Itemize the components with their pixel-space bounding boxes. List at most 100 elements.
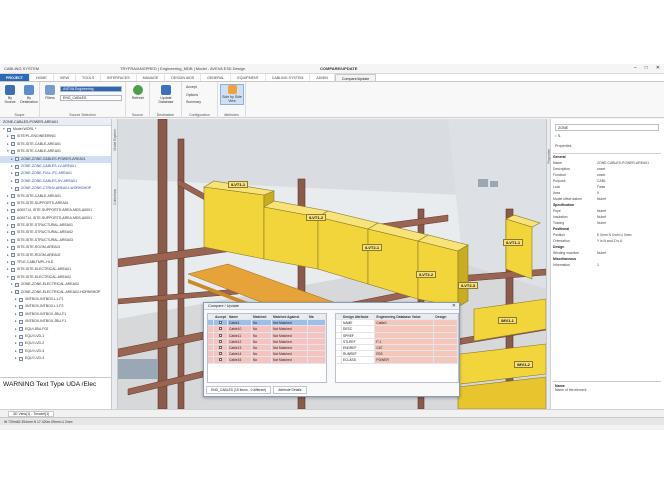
accept-checkbox[interactable] bbox=[214, 326, 228, 332]
items-grid[interactable]: Accept Name Matched Matched Against Ma C… bbox=[207, 313, 327, 383]
tab-view[interactable]: VIEW bbox=[54, 74, 76, 81]
source-database-dropdown[interactable]: AVEVA Engineering bbox=[60, 86, 122, 92]
property-row[interactable]: Lock False bbox=[553, 185, 662, 191]
tab-cabling-system[interactable]: CABLING SYSTEM bbox=[266, 74, 311, 81]
accept-dropdown[interactable]: Accept bbox=[186, 85, 197, 89]
col-accept[interactable]: Accept bbox=[214, 314, 228, 320]
quick-access-label[interactable]: CABLING SYSTEM bbox=[4, 66, 39, 71]
tag-mv1-2[interactable]: /MV1-2 bbox=[514, 361, 533, 368]
tree-item[interactable]: ▸ A000714, SITE-SUPPORTS-AREA-MDS-A0001 bbox=[0, 207, 111, 214]
property-row[interactable]: Area 0 bbox=[553, 191, 662, 197]
property-row[interactable]: Orientation Y is N and Z is U bbox=[553, 239, 662, 245]
property-row[interactable]: Description unset bbox=[553, 167, 662, 173]
tree-item[interactable]: ▸ ZONE-ZONE-ELECTRICAL-AREA02 bbox=[0, 281, 111, 288]
accept-checkbox[interactable] bbox=[214, 351, 228, 357]
col-matched[interactable]: Matched bbox=[252, 314, 272, 320]
col-design[interactable]: Design bbox=[434, 314, 459, 320]
col-matched-against[interactable]: Matched Against bbox=[272, 314, 308, 320]
attributes-grid[interactable]: Design Attribute Engineering Database Va… bbox=[335, 313, 459, 383]
tree-item[interactable]: ▸ ZONE-ZONE-CTRHV-AREA01-WORKSHOP bbox=[0, 185, 111, 192]
source-list-dropdown[interactable]: ENG_CABLES bbox=[60, 95, 122, 101]
summary-button[interactable]: Summary bbox=[186, 100, 201, 104]
tree-item[interactable]: ▸ SITE-SITE-STRUCTURAL-AREA02 bbox=[0, 229, 111, 236]
property-section[interactable]: Miscellaneous bbox=[553, 257, 662, 263]
property-row[interactable]: Pspe Nulref bbox=[553, 209, 662, 215]
tree-item[interactable]: ▸ SITE-SITE-CABLE-AREA01 bbox=[0, 193, 111, 200]
dialog-close-icon[interactable]: ✕ bbox=[452, 303, 456, 309]
col-design-attribute[interactable]: Design Attribute bbox=[342, 314, 376, 320]
accept-checkbox[interactable] bbox=[214, 332, 228, 338]
property-section[interactable]: Design bbox=[553, 245, 662, 251]
tree-item[interactable]: ▸ SITE-SITE-ELECTRICAL-AREA01 bbox=[0, 266, 111, 273]
model-explorer-tab[interactable]: Model Explorer bbox=[113, 129, 117, 150]
filters-button[interactable]: Filters bbox=[43, 85, 57, 100]
accept-checkbox[interactable] bbox=[214, 338, 228, 344]
properties-strip-label[interactable]: Properties bbox=[547, 149, 551, 164]
property-row[interactable]: Function unset bbox=[553, 173, 662, 179]
property-row[interactable]: Tracing Nulref bbox=[553, 221, 662, 227]
property-row[interactable]: Model offset datum Nulref bbox=[553, 197, 662, 203]
tag-mv1-1[interactable]: /MV1-1 bbox=[498, 317, 517, 324]
col-engineering-value[interactable]: Engineering Database Value bbox=[375, 314, 435, 320]
col-name[interactable]: Name bbox=[228, 314, 252, 320]
tree-item[interactable]: ▸ EQUI LVD-4 bbox=[0, 355, 111, 362]
maximize-icon[interactable]: □ bbox=[645, 65, 648, 71]
update-database-button[interactable]: Update Database bbox=[153, 85, 179, 104]
property-row[interactable]: Winding machine Nulref bbox=[553, 251, 662, 257]
close-icon[interactable]: ✕ bbox=[656, 65, 660, 71]
tab-home[interactable]: HOME bbox=[30, 74, 54, 81]
tree-item[interactable]: ▸ EQUI LVD-2 bbox=[0, 340, 111, 347]
tree-item[interactable]: ▸ EQUI LVD-3 bbox=[0, 348, 111, 355]
tree-item[interactable]: ▸ ZONE-ZONE-FULL-PC-AREA01 bbox=[0, 170, 111, 177]
tree-item[interactable]: ▸ ZONE-ZONE-ELECTRICAL-AREA02-HORNSHOP bbox=[0, 289, 111, 296]
options-button[interactable]: Options bbox=[186, 93, 198, 97]
property-section[interactable]: Specification bbox=[553, 203, 662, 209]
collections-tab[interactable]: Collections bbox=[113, 189, 117, 205]
table-row[interactable]: ECLASS POWER bbox=[336, 357, 459, 364]
properties-strip[interactable]: Properties bbox=[547, 119, 551, 409]
property-row[interactable]: Insulation Nulref bbox=[553, 215, 662, 221]
tab-design-aids[interactable]: DESIGN AIDS bbox=[165, 74, 202, 81]
minimize-icon[interactable]: – bbox=[634, 65, 637, 71]
element-type-selector[interactable]: ZONE bbox=[555, 124, 659, 131]
tab-manage[interactable]: MANAGE bbox=[137, 74, 166, 81]
tree-item[interactable]: ▸ EQUI JBU-F02 bbox=[0, 326, 111, 333]
accept-checkbox[interactable] bbox=[214, 357, 228, 363]
by-destination-button[interactable]: By Destination bbox=[20, 85, 38, 104]
property-section[interactable]: Positional bbox=[553, 227, 662, 233]
tab-tools[interactable]: TOOLS bbox=[76, 74, 102, 81]
tab-project[interactable]: PROJECT bbox=[0, 74, 30, 81]
tag-lvt1-1[interactable]: /LVT1-1 bbox=[228, 181, 249, 188]
sort-icon[interactable]: ↕ ⇅ bbox=[555, 134, 561, 138]
accept-checkbox[interactable] bbox=[214, 320, 228, 326]
tree-item[interactable]: ▸/INTBOX-INTBOX-L1-F2 bbox=[0, 303, 111, 310]
tree-item[interactable]: ▸ SITE-SITE-SUPPORTS-AREA01 bbox=[0, 200, 111, 207]
tab-admin[interactable]: ADMIN bbox=[310, 74, 335, 81]
tab-equipment[interactable]: EQUIPMENT bbox=[231, 74, 266, 81]
tree-item[interactable]: ▸ ZONE-ZONE-CABLES-HV-AREA01 bbox=[0, 178, 111, 185]
property-row[interactable]: Purpose CABL bbox=[553, 179, 662, 185]
eng-cables-tab[interactable]: ENG_CABLES (15 Items - 0 different) bbox=[206, 386, 272, 394]
tree-item[interactable]: ▸ EQUI LVD-1 bbox=[0, 333, 111, 340]
tab-general[interactable]: GENERAL bbox=[201, 74, 232, 81]
tree-item[interactable]: ▸/INTBOX-INTBOX-L1-F1 bbox=[0, 296, 111, 303]
tag-lvt1-2[interactable]: /LVT1-2 bbox=[306, 214, 327, 221]
tree-item[interactable]: ▸ SITE/PL-ENGINEERING bbox=[0, 133, 111, 140]
tree-item[interactable]: ▸ SITE-SITE-ROOM-AREA02 bbox=[0, 252, 111, 259]
tree-item[interactable]: ▸ SITE-SITE-STRUCTURAL-AREA01 bbox=[0, 222, 111, 229]
tag-lvt2-1[interactable]: /LVT2-1 bbox=[362, 244, 383, 251]
tree-item[interactable]: ▸ ZONE-ZONE-CABLES-LV-AREA01 bbox=[0, 163, 111, 170]
tree-item[interactable]: ▸ SITE-SITE-ROOM-AREA01 bbox=[0, 244, 111, 251]
tree-item[interactable]: ▸ A000714, SITE-SUPPORTS-AREA-MDS-A0001 bbox=[0, 215, 111, 222]
tab-interfaces[interactable]: INTERFACES bbox=[101, 74, 137, 81]
tree-item[interactable]: ▸ SITE-SITE-CABLE-AREA01 bbox=[0, 141, 111, 148]
dialog-title-bar[interactable]: Compare / Update ✕ bbox=[204, 303, 459, 310]
tree-item[interactable]: ▸ SITE-SITE-STRUCTURAL-AREA03 bbox=[0, 237, 111, 244]
side-by-side-view-button[interactable]: Side by Side View bbox=[220, 84, 244, 105]
tag-lvt2-2[interactable]: /LVT2-2 bbox=[416, 271, 437, 278]
tag-lvt1-1b[interactable]: /LVT1-1 bbox=[503, 239, 524, 246]
tree-item[interactable]: ▾ SITE-SITE-CABLE-AREA01 bbox=[0, 148, 111, 155]
refresh-button[interactable]: Refresh bbox=[129, 85, 147, 100]
property-row[interactable]: Name ZONE-CABLES-POWER-AREA01 bbox=[553, 161, 662, 167]
table-row[interactable]: Cable15 No Not Matched bbox=[208, 357, 326, 364]
